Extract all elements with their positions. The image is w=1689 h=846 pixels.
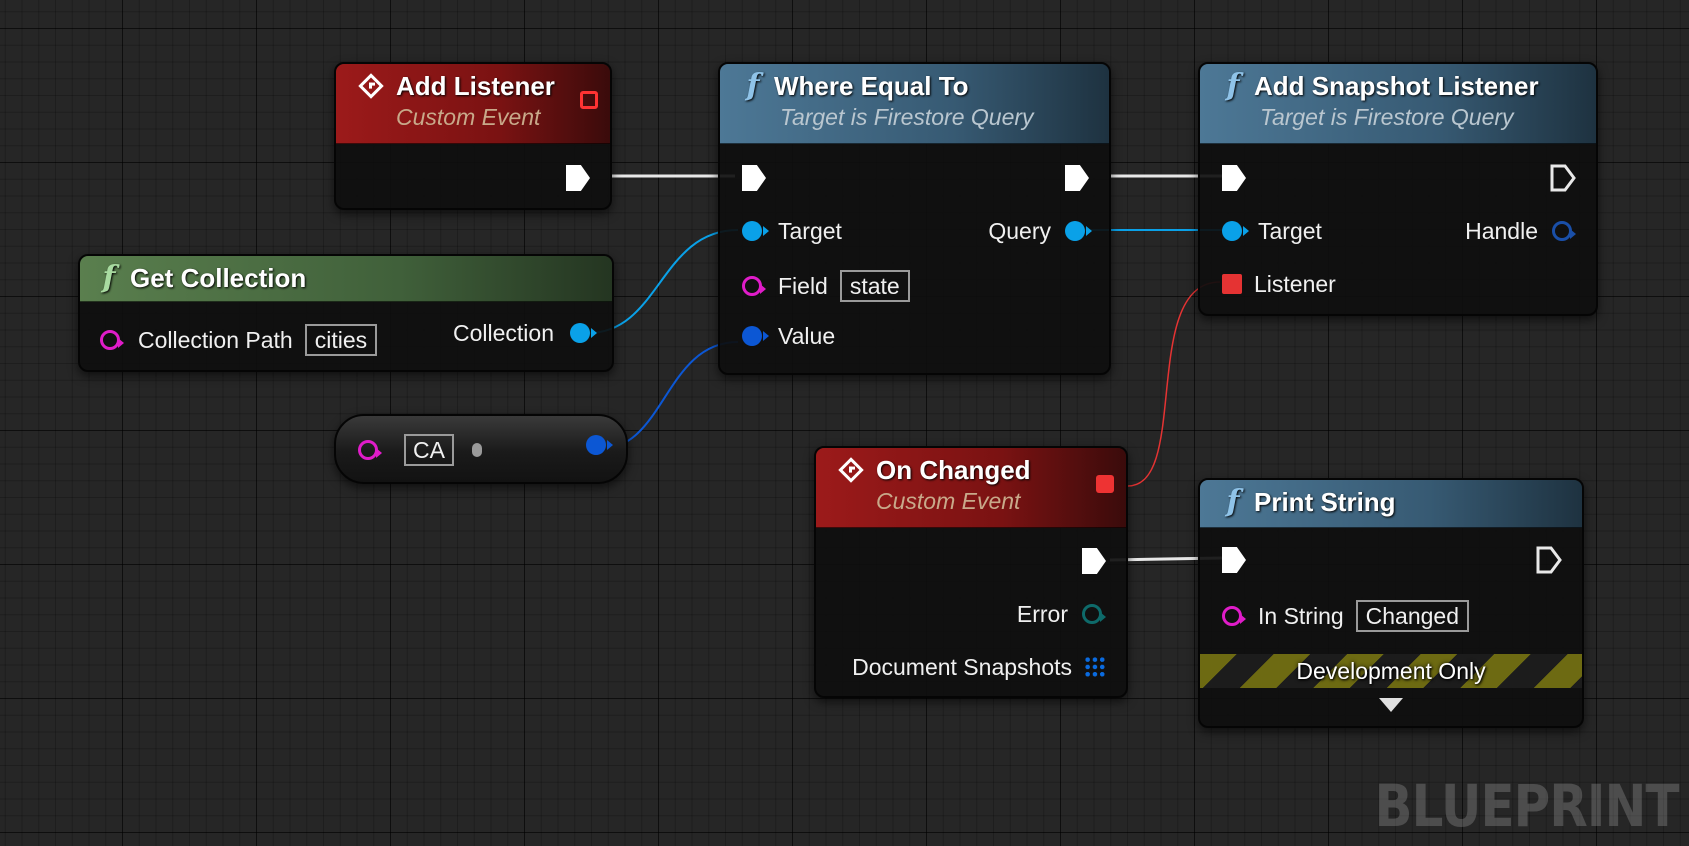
blueprint-watermark: BLUEPRINT (1374, 772, 1680, 840)
node-title: Get Collection (130, 263, 307, 293)
exec-input-pin[interactable] (1222, 547, 1246, 573)
add-snapshot-listener-node[interactable]: f Add Snapshot Listener Target is Firesto… (1198, 62, 1598, 316)
node-subtitle: Custom Event (396, 104, 541, 130)
development-only-banner: Development Only (1200, 654, 1582, 688)
print-string-node[interactable]: f Print String In String Changed Developm… (1198, 478, 1584, 728)
target-label: Target (1258, 218, 1322, 244)
node-subtitle: Target is Firestore Query (1260, 104, 1514, 130)
development-only-label: Development Only (1296, 657, 1486, 684)
get-collection-header: f Get Collection (80, 256, 612, 302)
value-label: Value (778, 323, 836, 349)
handle-label: Handle (1465, 218, 1538, 244)
string-input-pin[interactable] (358, 440, 382, 460)
query-output-pin[interactable] (1065, 221, 1092, 241)
listener-delegate-pin[interactable] (1222, 274, 1242, 294)
delegate-output-pin[interactable] (1096, 475, 1114, 493)
exec-input-pin[interactable] (742, 165, 766, 191)
literal-output-pin[interactable] (586, 435, 613, 455)
exec-output-pin[interactable] (1082, 548, 1106, 574)
expand-arrow-icon[interactable] (1379, 698, 1403, 712)
node-title: Where Equal To (774, 71, 969, 101)
collection-path-label: Collection Path (138, 327, 293, 353)
delegate-output-pin[interactable] (580, 91, 598, 109)
string-input-pin[interactable] (100, 330, 124, 350)
field-value-input[interactable]: state (839, 270, 910, 302)
error-label: Error (1016, 601, 1068, 627)
literal-value-input[interactable]: CA (404, 434, 454, 466)
field-input-pin[interactable] (742, 276, 766, 296)
node-title: Add Listener (396, 71, 555, 101)
where-equal-to-header: f Where Equal To Target is Firestore Quer… (720, 64, 1109, 144)
node-title: Print String (1254, 487, 1396, 517)
collection-path-input[interactable]: cities (304, 324, 378, 356)
collection-output-pin[interactable] (570, 323, 597, 343)
where-equal-to-node[interactable]: f Where Equal To Target is Firestore Quer… (718, 62, 1111, 375)
custom-event-icon (838, 457, 864, 483)
target-input-pin[interactable] (742, 221, 769, 241)
node-subtitle: Target is Firestore Query (780, 104, 1034, 130)
add-listener-node[interactable]: Add Listener Custom Event (334, 62, 612, 210)
make-literal-string-node[interactable]: CA (334, 414, 628, 484)
document-snapshots-label: Document Snapshots (852, 654, 1072, 680)
in-string-value-input[interactable]: Changed (1355, 600, 1470, 632)
custom-event-icon (358, 73, 384, 99)
target-label: Target (778, 218, 842, 244)
listener-label: Listener (1254, 271, 1336, 297)
on-changed-node[interactable]: On Changed Custom Event Error Document S… (814, 446, 1128, 698)
node-title: On Changed (876, 455, 1031, 485)
on-changed-header: On Changed Custom Event (816, 448, 1126, 528)
function-icon: f (1226, 68, 1240, 103)
target-input-pin[interactable] (1222, 221, 1249, 241)
collection-label: Collection (453, 320, 554, 346)
field-label: Field (778, 273, 828, 299)
exec-output-pin[interactable] (1065, 165, 1089, 191)
text-caret (471, 443, 482, 457)
function-icon: f (1226, 484, 1240, 519)
function-icon: f (746, 68, 760, 103)
query-label: Query (988, 218, 1051, 244)
node-title: Add Snapshot Listener (1254, 71, 1539, 101)
function-icon: f (102, 260, 116, 295)
add-snapshot-listener-header: f Add Snapshot Listener Target is Firesto… (1200, 64, 1596, 144)
exec-output-pin[interactable] (566, 165, 590, 191)
exec-input-pin[interactable] (1222, 165, 1246, 191)
in-string-label: In String (1258, 603, 1344, 629)
add-listener-header: Add Listener Custom Event (336, 64, 610, 144)
handle-output-pin[interactable] (1552, 221, 1576, 241)
node-subtitle: Custom Event (876, 488, 1021, 514)
get-collection-node[interactable]: f Get Collection Collection Path cities C… (78, 254, 614, 372)
exec-output-pin-unconnected[interactable] (1536, 546, 1562, 574)
exec-output-pin-unconnected[interactable] (1550, 164, 1576, 192)
print-string-header: f Print String (1200, 480, 1582, 528)
value-input-pin[interactable] (742, 326, 769, 346)
array-output-pin[interactable] (1084, 656, 1106, 678)
in-string-input-pin[interactable] (1222, 606, 1246, 626)
error-output-pin[interactable] (1082, 604, 1106, 624)
